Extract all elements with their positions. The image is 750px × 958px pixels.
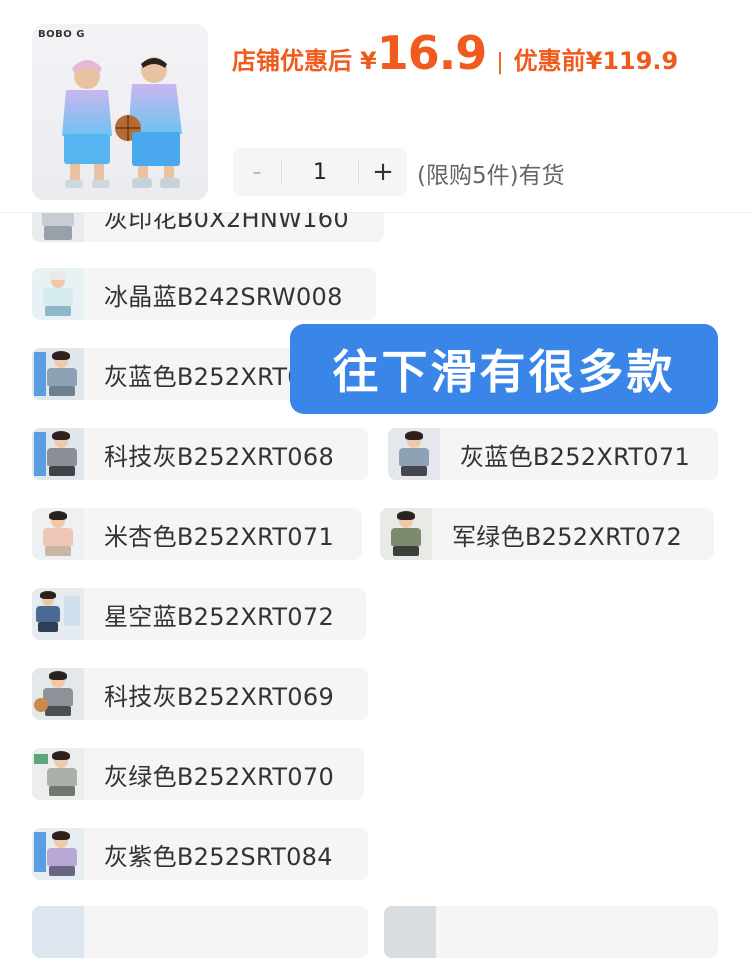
quantity-stepper: - 1 + (233, 148, 407, 196)
stock-status: (限购5件)有货 (417, 163, 565, 189)
variant-label: 灰绿色B252XRT070 (104, 762, 335, 791)
product-header: BOBO G 店铺优惠后 ¥ 16.9 | 优惠前 ¥119.9 - 1 + (… (0, 0, 750, 213)
variant-label: 冰晶蓝B242SRW008 (104, 282, 343, 311)
variant-thumbnail (32, 906, 84, 958)
variant-option[interactable]: 灰绿色B252XRT070 (32, 748, 364, 800)
original-price-label: 优惠前 (513, 47, 586, 75)
variant-option[interactable]: 科技灰B252XRT068 (32, 428, 368, 480)
variant-option[interactable]: 星空蓝B252XRT072 (32, 588, 366, 640)
brand-logo: BOBO G (38, 29, 85, 40)
variant-thumbnail (32, 428, 84, 480)
scroll-hint-text: 往下滑有很多款 (332, 345, 676, 399)
variant-option[interactable] (32, 906, 368, 958)
variant-thumbnail (32, 668, 84, 720)
original-price: ¥119.9 (585, 47, 679, 75)
variant-label: 灰蓝色B252XRT0 (104, 362, 303, 391)
scroll-hint-banner: 往下滑有很多款 (290, 324, 718, 414)
variant-label: 科技灰B252XRT068 (104, 442, 335, 471)
variant-option[interactable]: 科技灰B252XRT069 (32, 668, 368, 720)
decrease-quantity-button[interactable]: - (233, 148, 281, 196)
variant-label: 米杏色B252XRT071 (104, 522, 335, 551)
product-thumbnail[interactable]: BOBO G (32, 24, 208, 200)
variant-thumbnail (32, 348, 84, 400)
product-photo (62, 57, 182, 188)
variant-option[interactable]: 冰晶蓝B242SRW008 (32, 268, 376, 320)
variant-thumbnail (388, 428, 440, 480)
variant-option[interactable]: 灰紫色B252SRT084 (32, 828, 368, 880)
variant-label: 灰紫色B252SRT084 (104, 842, 333, 871)
discount-price: 16.9 (376, 26, 487, 80)
variant-option[interactable]: 军绿色B252XRT072 (380, 508, 714, 560)
price-row: 店铺优惠后 ¥ 16.9 | 优惠前 ¥119.9 (232, 26, 678, 82)
variant-thumbnail (384, 906, 436, 958)
variant-thumbnail (32, 748, 84, 800)
variant-option[interactable]: 灰蓝色B252XRT071 (388, 428, 718, 480)
price-separator: | (496, 50, 504, 75)
variant-thumbnail (380, 508, 432, 560)
variant-thumbnail (32, 268, 84, 320)
variant-thumbnail (32, 508, 84, 560)
variant-option[interactable] (384, 906, 718, 958)
currency-symbol: ¥ (360, 47, 377, 75)
variant-thumbnail (32, 588, 84, 640)
discount-price-label: 店铺优惠后 (232, 47, 352, 75)
variant-label: 星空蓝B252XRT072 (104, 602, 335, 631)
variant-label: 科技灰B252XRT069 (104, 682, 335, 711)
quantity-value[interactable]: 1 (282, 160, 358, 185)
variant-label: 灰蓝色B252XRT071 (460, 442, 691, 471)
variant-thumbnail (32, 828, 84, 880)
variant-label: 军绿色B252XRT072 (452, 522, 683, 551)
increase-quantity-button[interactable]: + (359, 148, 407, 196)
variant-option[interactable]: 米杏色B252XRT071 (32, 508, 362, 560)
